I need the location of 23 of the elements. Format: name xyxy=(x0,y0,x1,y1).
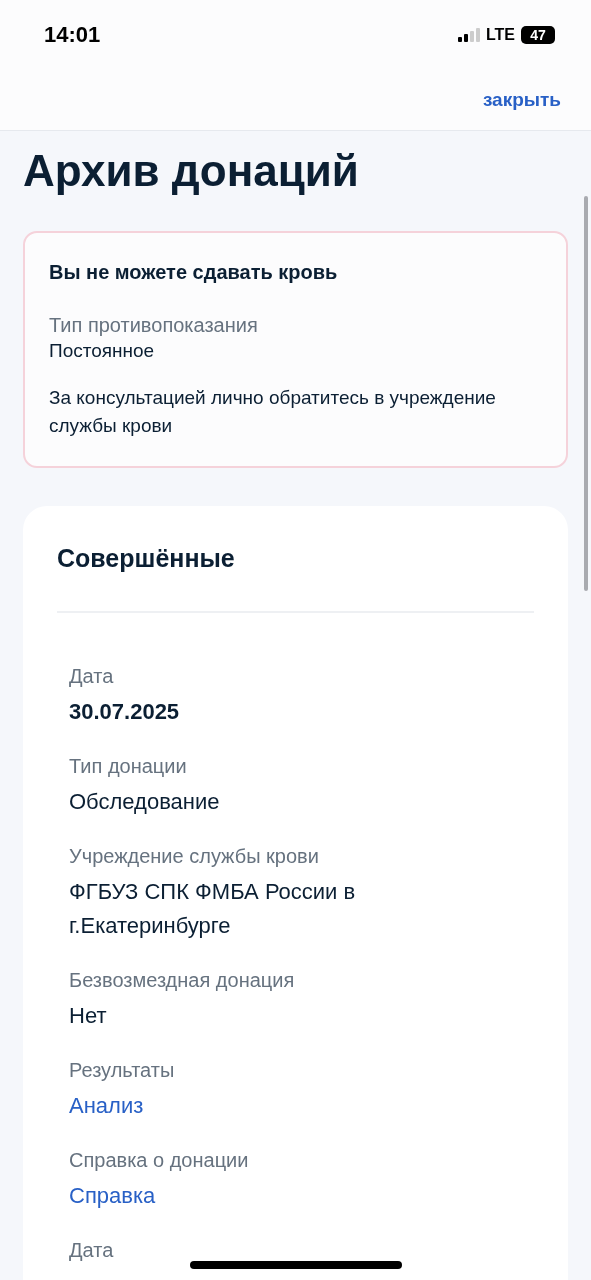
field-value: 30.07.2025 xyxy=(69,698,181,726)
field-label: Результаты xyxy=(69,1058,176,1083)
field-label: Дата xyxy=(69,664,115,689)
section-title: Совершённые xyxy=(57,544,534,613)
field-label: Справка о донации xyxy=(69,1148,250,1173)
warning-title: Вы не можете сдавать кровь xyxy=(49,261,339,284)
page-title: Архив донаций xyxy=(23,145,360,197)
network-label: LTE xyxy=(485,26,515,44)
status-time: 14:01 xyxy=(44,22,101,48)
field-label: Безвозмездная донация xyxy=(69,968,296,993)
field-label: Учреждение службы крови xyxy=(69,844,320,869)
field-label: Дата xyxy=(69,1238,115,1263)
field-link[interactable]: Анализ xyxy=(69,1089,144,1123)
field-label: Тип донации xyxy=(69,754,188,779)
field-label: Тип противопоказания xyxy=(49,313,259,338)
close-link[interactable]: закрыть xyxy=(482,89,561,111)
field-value: Постоянное xyxy=(49,339,156,363)
field-link[interactable]: Справка xyxy=(69,1179,156,1213)
field-value: Обследование xyxy=(69,788,221,816)
signal-icon xyxy=(457,28,480,42)
field-value: ФГБУЗ СПК ФМБА России в г.Екатеринбурге xyxy=(69,878,357,940)
warning-note: За консультацией лично обратитесь в учреждение службы крови xyxy=(49,386,497,438)
field-value: Нет xyxy=(69,1002,108,1030)
